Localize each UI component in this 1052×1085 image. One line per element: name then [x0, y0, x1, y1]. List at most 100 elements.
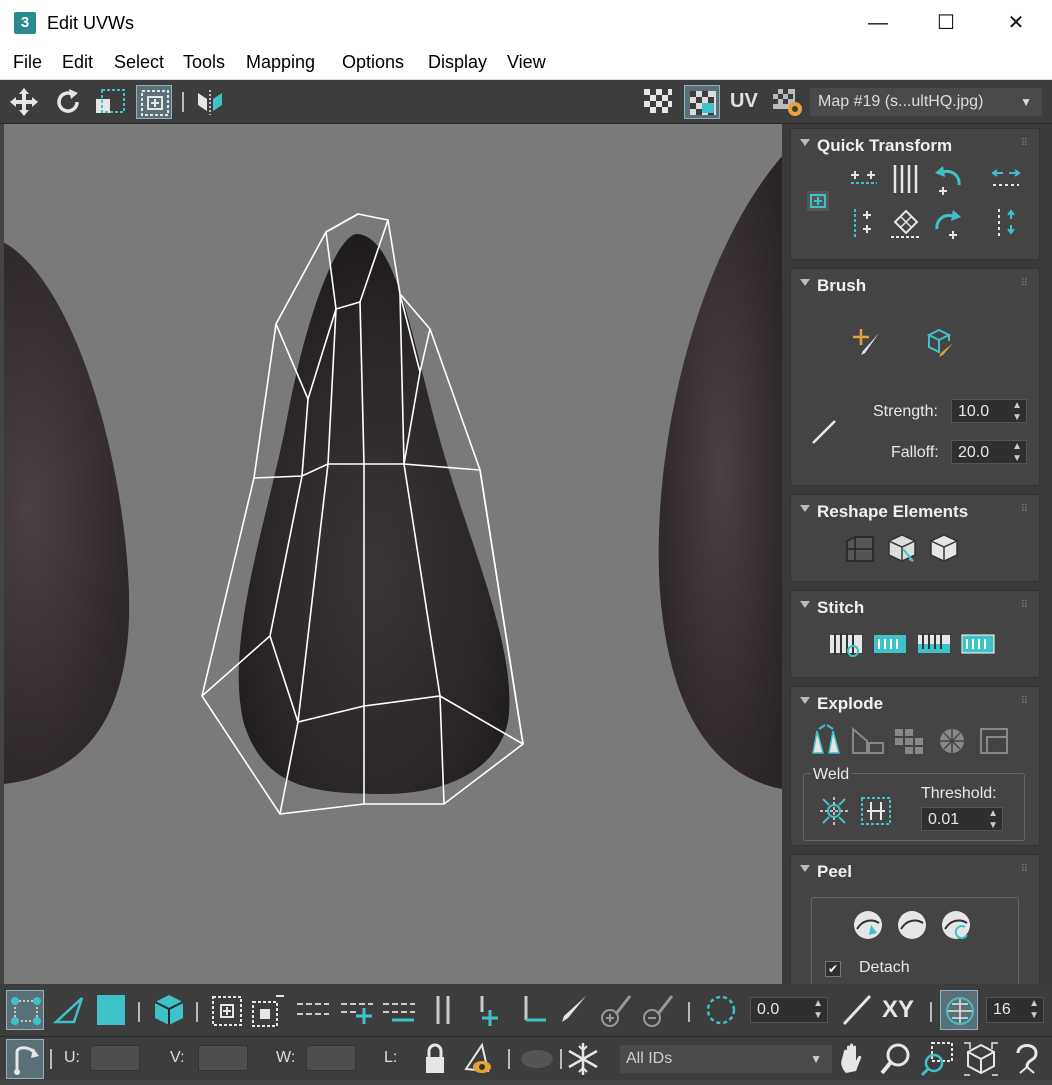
- drag-grip-icon[interactable]: ⠿: [1021, 864, 1029, 875]
- quick-peel-icon[interactable]: [849, 907, 887, 943]
- menu-options[interactable]: Options: [342, 52, 404, 73]
- lock-icon[interactable]: [416, 1039, 454, 1079]
- vertex-mode-icon[interactable]: [6, 990, 44, 1030]
- menu-view[interactable]: View: [507, 52, 546, 73]
- loop-grow-icon[interactable]: [468, 990, 506, 1030]
- rollout-title[interactable]: Stitch: [817, 598, 864, 618]
- ring-shrink-icon[interactable]: [380, 990, 418, 1030]
- straighten-icon[interactable]: [841, 531, 879, 567]
- freeze-icon[interactable]: [564, 1039, 602, 1079]
- hide-icon[interactable]: [460, 1039, 498, 1079]
- unhide-icon[interactable]: [518, 1039, 556, 1079]
- ring-grow-icon[interactable]: [338, 990, 376, 1030]
- texture-settings-icon[interactable]: [770, 85, 806, 119]
- align-horizontal-icon[interactable]: [845, 161, 883, 197]
- grid-snap-icon[interactable]: [940, 990, 978, 1030]
- align-grid-icon[interactable]: [887, 205, 925, 241]
- drag-grip-icon[interactable]: ⠿: [1021, 138, 1029, 149]
- offset-icon[interactable]: [838, 990, 876, 1030]
- tweak-icon[interactable]: [6, 1039, 44, 1079]
- relax-brush-icon[interactable]: [921, 325, 959, 361]
- close-button[interactable]: ✕: [981, 0, 1051, 46]
- rotate-icon[interactable]: [50, 85, 86, 119]
- peel-mode-icon[interactable]: [893, 907, 931, 943]
- uv-editor-viewport[interactable]: [4, 124, 782, 984]
- minimize-button[interactable]: —: [843, 0, 913, 46]
- help-icon[interactable]: [1008, 1039, 1046, 1079]
- menu-mapping[interactable]: Mapping: [246, 52, 315, 73]
- v-coordinate-field[interactable]: [198, 1045, 248, 1071]
- space-vertical-icon[interactable]: [987, 205, 1025, 241]
- paint-select-grow-icon[interactable]: [596, 990, 634, 1030]
- falloff-spinner[interactable]: 20.0 ▲ ▼: [951, 440, 1027, 464]
- zoom-region-icon[interactable]: [918, 1039, 956, 1079]
- menu-edit[interactable]: Edit: [62, 52, 93, 73]
- freeform-icon[interactable]: [136, 85, 172, 119]
- pan-icon[interactable]: [834, 1039, 872, 1079]
- break-icon[interactable]: [807, 723, 845, 759]
- weld-selected-icon[interactable]: [815, 793, 853, 829]
- stitch-to-target-icon[interactable]: [959, 627, 997, 663]
- menu-tools[interactable]: Tools: [183, 52, 225, 73]
- checker-pattern-icon[interactable]: [640, 85, 676, 119]
- collapse-arrow-icon[interactable]: [800, 139, 810, 146]
- loop-selection-icon[interactable]: [424, 990, 462, 1030]
- flatten-by-material-id-icon[interactable]: [891, 723, 929, 759]
- material-id-dropdown[interactable]: All IDs ▼: [620, 1045, 832, 1073]
- edge-mode-icon[interactable]: [50, 990, 88, 1030]
- align-vertical-edge-icon[interactable]: [845, 205, 883, 241]
- element-mode-icon[interactable]: [150, 990, 188, 1030]
- ring-selection-icon[interactable]: [294, 990, 332, 1030]
- mirror-icon[interactable]: [192, 85, 228, 119]
- shrink-selection-icon[interactable]: [248, 990, 286, 1030]
- grow-selection-icon[interactable]: [208, 990, 246, 1030]
- drag-grip-icon[interactable]: ⠿: [1021, 504, 1029, 515]
- detach-checkbox[interactable]: ✔: [825, 961, 841, 977]
- w-coordinate-field[interactable]: [306, 1045, 356, 1071]
- collapse-arrow-icon[interactable]: [800, 279, 810, 286]
- menu-file[interactable]: File: [13, 52, 42, 73]
- threshold-spinner[interactable]: 0.01 ▲ ▼: [921, 807, 1003, 831]
- stitch-average-icon[interactable]: [915, 627, 953, 663]
- rollout-title[interactable]: Peel: [817, 862, 852, 882]
- move-icon[interactable]: [6, 85, 42, 119]
- rollout-title[interactable]: Reshape Elements: [817, 502, 968, 522]
- rotation-spinner[interactable]: 0.0 ▲ ▼: [750, 997, 828, 1023]
- weld-target-icon[interactable]: [857, 793, 895, 829]
- relax-until-flat-icon[interactable]: [883, 531, 921, 567]
- strength-spinner[interactable]: 10.0 ▲ ▼: [951, 399, 1027, 423]
- paint-select-shrink-icon[interactable]: [638, 990, 676, 1030]
- spinner-arrows-icon[interactable]: ▲ ▼: [1012, 441, 1022, 465]
- rollout-title[interactable]: Explode: [817, 694, 883, 714]
- spinner-arrows-icon[interactable]: ▲ ▼: [1029, 998, 1039, 1022]
- space-horizontal-icon[interactable]: [987, 161, 1025, 197]
- zoom-icon[interactable]: [876, 1039, 914, 1079]
- uv-canvas[interactable]: [4, 124, 782, 984]
- uv-toggle[interactable]: UV: [730, 90, 758, 113]
- stitch-custom-icon[interactable]: [827, 627, 865, 663]
- maximize-button[interactable]: ☐: [911, 0, 981, 46]
- collapse-arrow-icon[interactable]: [800, 601, 810, 608]
- stitch-to-source-icon[interactable]: [871, 627, 909, 663]
- rollout-title[interactable]: Brush: [817, 276, 866, 296]
- menu-select[interactable]: Select: [114, 52, 164, 73]
- rotate-ccw-icon[interactable]: [929, 161, 967, 197]
- reset-peel-icon[interactable]: [937, 907, 975, 943]
- align-vertical-icon[interactable]: [887, 161, 925, 197]
- scale-icon[interactable]: [92, 85, 128, 119]
- u-coordinate-field[interactable]: [90, 1045, 140, 1071]
- collapse-arrow-icon[interactable]: [800, 865, 810, 872]
- rollout-title[interactable]: Quick Transform: [817, 136, 952, 156]
- spinner-arrows-icon[interactable]: ▲ ▼: [1012, 400, 1022, 424]
- menu-display[interactable]: Display: [428, 52, 487, 73]
- zoom-extents-icon[interactable]: [962, 1039, 1000, 1079]
- set-pivot-icon[interactable]: [799, 183, 837, 219]
- spinner-arrows-icon[interactable]: ▲ ▼: [813, 998, 823, 1022]
- relax-icon[interactable]: [925, 531, 963, 567]
- drag-grip-icon[interactable]: ⠿: [1021, 278, 1029, 289]
- paint-move-icon[interactable]: [849, 325, 887, 361]
- texture-checker-icon[interactable]: [684, 85, 720, 119]
- brush-falloff-icon[interactable]: [805, 415, 843, 451]
- polygon-mode-icon[interactable]: [92, 990, 130, 1030]
- collapse-arrow-icon[interactable]: [800, 505, 810, 512]
